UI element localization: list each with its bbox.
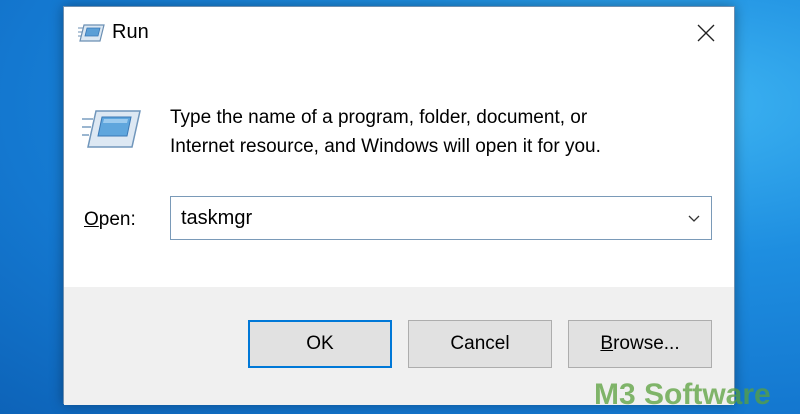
cancel-button-label: Cancel	[450, 333, 510, 354]
open-label-accelerator: O	[84, 209, 99, 230]
browse-button-label: rowse...	[613, 333, 680, 354]
cancel-button[interactable]: Cancel	[408, 320, 552, 368]
description-line-2: Internet resource, and Windows will open…	[170, 136, 601, 157]
browse-accelerator: B	[600, 333, 614, 354]
description-line-1: Type the name of a program, folder, docu…	[170, 107, 588, 128]
open-input[interactable]	[171, 197, 671, 239]
dialog-body: Type the name of a program, folder, docu…	[64, 59, 734, 287]
run-icon	[82, 110, 141, 148]
open-label-text: pen:	[98, 209, 136, 230]
browse-button[interactable]: Browse...	[568, 320, 712, 368]
description-text: Type the name of a program, folder, docu…	[170, 103, 710, 161]
watermark-logo: M3 Software	[594, 378, 771, 411]
open-label: Open:	[84, 209, 136, 231]
window-title: Run	[112, 21, 149, 43]
run-dialog: Run Type the name of a program, folder, …	[63, 6, 735, 405]
chevron-down-icon[interactable]	[685, 209, 703, 227]
open-combobox[interactable]	[170, 196, 712, 240]
ok-button-label: OK	[306, 333, 334, 354]
close-button[interactable]	[678, 7, 734, 59]
close-icon	[697, 24, 715, 42]
ok-button[interactable]: OK	[248, 320, 392, 368]
run-icon	[78, 24, 105, 42]
title-bar[interactable]: Run	[64, 7, 734, 59]
